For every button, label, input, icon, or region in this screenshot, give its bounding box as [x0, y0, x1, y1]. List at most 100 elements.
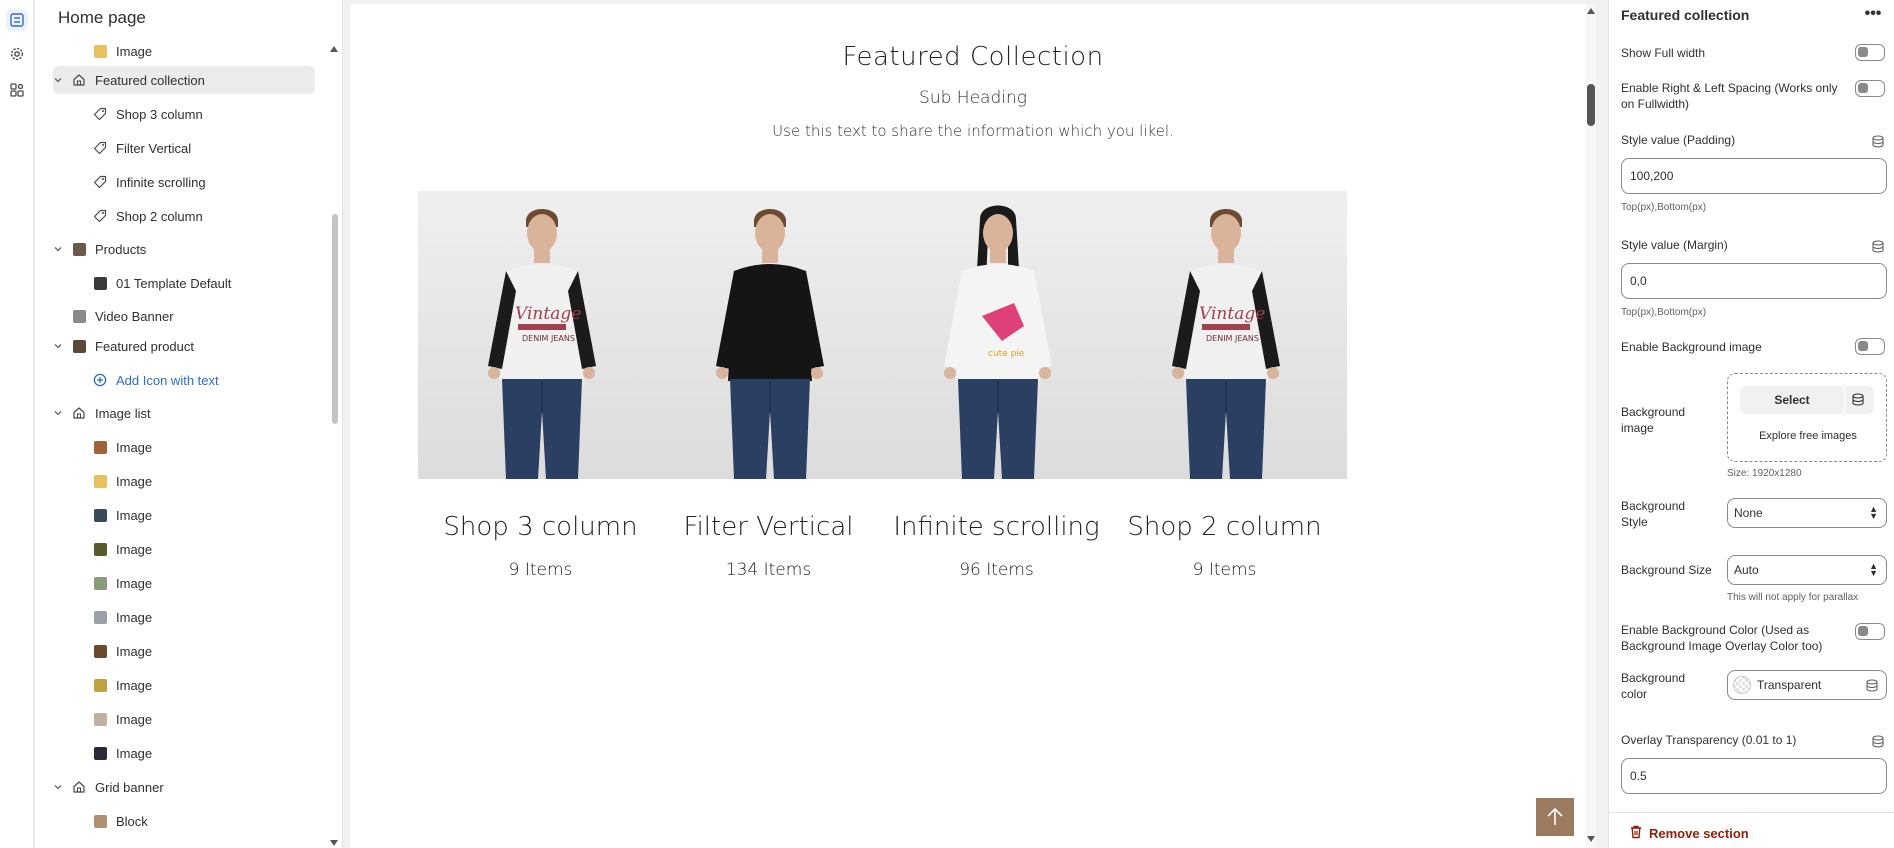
sidebar-item[interactable]: Products [35, 234, 327, 264]
sidebar-item[interactable]: Image [35, 466, 327, 496]
enable-bg-color-toggle[interactable] [1855, 623, 1885, 640]
collection-item-count: 96 Items [959, 560, 1034, 580]
chevron-down-icon[interactable] [50, 782, 66, 792]
padding-input[interactable]: 100,200 [1621, 158, 1887, 194]
svg-text:Vintage: Vintage [1199, 304, 1265, 324]
bg-size-select[interactable]: Auto ▲ ▼ [1727, 555, 1887, 585]
sidebar-item-label: Video Banner [95, 308, 174, 324]
scroll-up-arrow[interactable] [330, 46, 338, 52]
more-horizontal-icon[interactable]: ••• [1861, 2, 1885, 26]
bg-color-picker[interactable]: Transparent [1727, 670, 1887, 700]
padding-label: Style value (Padding) [1621, 133, 1736, 147]
sidebar-item[interactable]: Block [35, 806, 327, 836]
sidebar-item[interactable]: Image [35, 738, 327, 768]
sidebar-item[interactable]: Image [35, 36, 327, 66]
sidebar-item[interactable]: Shop 2 column [35, 201, 327, 231]
color-swatch[interactable] [1733, 676, 1751, 694]
enable-spacing-toggle[interactable] [1855, 80, 1885, 97]
dynamic-source-icon[interactable] [1871, 734, 1885, 748]
chevron-down-icon[interactable] [50, 75, 66, 85]
tag-icon [92, 140, 108, 156]
sidebar-item[interactable]: Grid banner [35, 772, 327, 802]
gear-icon[interactable] [6, 43, 28, 65]
show-full-width-label: Show Full width [1621, 46, 1706, 60]
collection-title[interactable]: Shop 2 column [1102, 512, 1347, 542]
sidebar-item-label: Shop 3 column [116, 106, 203, 122]
image-thumb [92, 541, 108, 557]
collection-title[interactable]: Shop 3 column [418, 512, 663, 542]
sidebar-item-label: Image [116, 575, 153, 591]
padding-hint: Top(px),Bottom(px) [1621, 202, 1707, 213]
scrollbar-thumb[interactable] [332, 214, 338, 424]
sidebar-item-label: Image list [95, 405, 151, 421]
sidebar-item[interactable]: Block [35, 840, 327, 848]
sidebar-item[interactable]: 01 Template Default [35, 268, 327, 298]
sidebar-item[interactable]: Add Icon with text [35, 365, 327, 395]
image-thumb [92, 813, 108, 829]
sidebar-scrollbar[interactable] [329, 44, 339, 848]
add-circle-icon [92, 372, 108, 388]
overlay-input[interactable]: 0.5 [1621, 758, 1887, 794]
preview-scrollbar[interactable] [1586, 4, 1596, 848]
collection-title[interactable]: Filter Vertical [646, 512, 891, 542]
dynamic-source-icon[interactable] [1871, 134, 1885, 148]
sidebar-item-label: Featured collection [95, 72, 205, 88]
scroll-down-arrow[interactable] [1587, 836, 1595, 842]
sidebar-item[interactable]: Filter Vertical [35, 133, 327, 163]
sidebar-item[interactable]: Image [35, 432, 327, 462]
parallax-hint: This will not apply for parallax [1727, 592, 1859, 603]
dynamic-source-icon[interactable] [1852, 393, 1864, 411]
sidebar-item[interactable]: Image [35, 602, 327, 632]
collection-image[interactable]: Vintage DENIM JEANS [418, 191, 663, 479]
sidebar-item[interactable]: Featured product [35, 331, 327, 361]
sidebar-item[interactable]: Image [35, 534, 327, 564]
apps-icon[interactable] [6, 79, 28, 101]
collection-card[interactable]: Filter Vertical 134 Items [646, 191, 891, 580]
sidebar-item[interactable]: Image [35, 568, 327, 598]
enable-bg-image-toggle[interactable] [1855, 338, 1885, 355]
sidebar-item[interactable]: Infinite scrolling [35, 167, 327, 197]
sidebar-item[interactable]: Image [35, 500, 327, 530]
image-thumb [92, 711, 108, 727]
remove-section-button[interactable]: Remove section [1609, 812, 1894, 848]
collection-image[interactable]: cute pie [874, 191, 1119, 479]
show-full-width-toggle[interactable] [1855, 44, 1885, 61]
chevron-down-icon[interactable] [50, 408, 66, 418]
bg-style-select[interactable]: None ▲ ▼ [1727, 498, 1887, 528]
tag-icon [92, 208, 108, 224]
collection-card[interactable]: cute pie Infinite scrolling 96 Items [874, 191, 1119, 580]
scroll-up-arrow[interactable] [1587, 8, 1595, 14]
explore-free-images-link[interactable]: Explore free images [1728, 430, 1888, 442]
collection-image[interactable]: Vintage DENIM JEANS [1102, 191, 1347, 479]
dynamic-source-icon[interactable] [1866, 679, 1878, 695]
sidebar-item[interactable]: Image [35, 670, 327, 700]
sidebar-item[interactable]: Image list [35, 398, 327, 428]
sidebar-item[interactable]: Featured collection [35, 65, 327, 95]
sidebar-item[interactable]: Video Banner [35, 301, 327, 331]
bg-size-label: Background Size [1621, 563, 1712, 577]
image-thumb [92, 745, 108, 761]
collection-card[interactable]: Vintage DENIM JEANS Shop 2 column 9 Items [1102, 191, 1347, 580]
chevron-down-icon[interactable] [50, 341, 66, 351]
scrollbar-thumb[interactable] [1587, 84, 1595, 126]
scroll-down-arrow[interactable] [330, 840, 338, 846]
dynamic-source-icon[interactable] [1871, 239, 1885, 253]
chevron-down-icon[interactable] [50, 244, 66, 254]
image-thumb [92, 43, 108, 59]
sidebar-item[interactable]: Image [35, 704, 327, 734]
sidebar-item[interactable]: Shop 3 column [35, 99, 327, 129]
section-sidebar: Home page Image Featured collection Shop 3… [35, 0, 343, 848]
collection-card[interactable]: Vintage DENIM JEANS Shop 3 column 9 Items [418, 191, 663, 580]
select-image-button[interactable]: Select [1740, 386, 1874, 414]
tag-icon [92, 106, 108, 122]
collection-item-count: 9 Items [508, 560, 573, 580]
image-thumb [92, 507, 108, 523]
sidebar-item-label: Filter Vertical [116, 140, 192, 156]
collection-title[interactable]: Infinite scrolling [874, 512, 1119, 542]
sidebar-item[interactable]: Image [35, 636, 327, 666]
collection-image[interactable] [646, 191, 891, 479]
sidebar-item-label: Grid banner [95, 779, 164, 795]
margin-input[interactable]: 0,0 [1621, 263, 1887, 299]
back-to-top-button[interactable] [1536, 798, 1574, 836]
sections-icon[interactable] [6, 9, 28, 31]
